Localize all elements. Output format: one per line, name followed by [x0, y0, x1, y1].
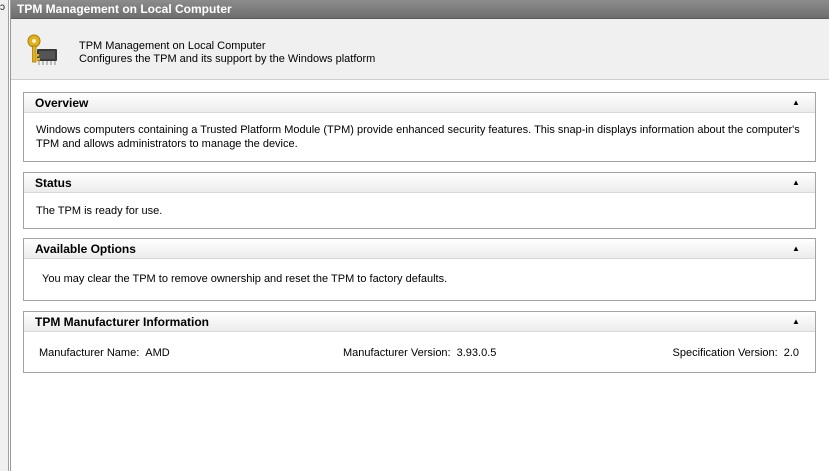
- window-title: TPM Management on Local Computer: [11, 0, 829, 19]
- manufacturer-name-label: Manufacturer Name:: [39, 347, 140, 359]
- left-pane-glyph: ɔ: [0, 2, 5, 13]
- overview-title: Overview: [35, 96, 89, 110]
- overview-header[interactable]: Overview ▲: [24, 93, 815, 113]
- status-panel: Status ▲ The TPM is ready for use.: [23, 172, 816, 229]
- key-chip-icon: [27, 34, 57, 65]
- left-pane-edge: ɔ: [0, 0, 9, 471]
- manufacturer-name-value: AMD: [145, 347, 170, 359]
- collapse-icon[interactable]: ▲: [789, 312, 803, 332]
- status-title: Status: [35, 176, 72, 190]
- snapin-frame: TPM Management on Local Computer TPM Man…: [10, 0, 829, 471]
- specification-version: Specification Version: 2.0: [673, 346, 799, 360]
- collapse-icon[interactable]: ▲: [789, 173, 803, 193]
- manufacturer-panel: TPM Manufacturer Information ▲ Manufactu…: [23, 311, 816, 373]
- manufacturer-header[interactable]: TPM Manufacturer Information ▲: [24, 312, 815, 332]
- options-header[interactable]: Available Options ▲: [24, 239, 815, 259]
- options-title: Available Options: [35, 242, 136, 256]
- options-panel: Available Options ▲ You may clear the TP…: [23, 238, 816, 301]
- manufacturer-version-value: 3.93.0.5: [456, 347, 497, 359]
- overview-panel: Overview ▲ Windows computers containing …: [23, 92, 816, 162]
- manufacturer-name: Manufacturer Name: AMD: [39, 346, 170, 360]
- specification-version-label: Specification Version:: [672, 347, 778, 359]
- status-text: The TPM is ready for use.: [36, 205, 163, 217]
- manufacturer-title: TPM Manufacturer Information: [35, 315, 210, 329]
- manufacturer-version: Manufacturer Version: 3.93.0.5: [343, 346, 496, 360]
- manufacturer-version-label: Manufacturer Version:: [343, 347, 451, 359]
- snapin-header: TPM Management on Local Computer Configu…: [11, 19, 829, 80]
- specification-version-value: 2.0: [783, 347, 799, 359]
- header-title: TPM Management on Local Computer: [79, 40, 266, 52]
- collapse-icon[interactable]: ▲: [789, 239, 803, 259]
- manufacturer-body: Manufacturer Name: AMD Manufacturer Versi…: [24, 332, 815, 372]
- status-header[interactable]: Status ▲: [24, 173, 815, 193]
- header-subtitle: Configures the TPM and its support by th…: [79, 53, 376, 65]
- collapse-icon[interactable]: ▲: [789, 93, 803, 113]
- overview-text: Windows computers containing a Trusted P…: [36, 124, 800, 150]
- options-text: You may clear the TPM to remove ownershi…: [42, 273, 448, 285]
